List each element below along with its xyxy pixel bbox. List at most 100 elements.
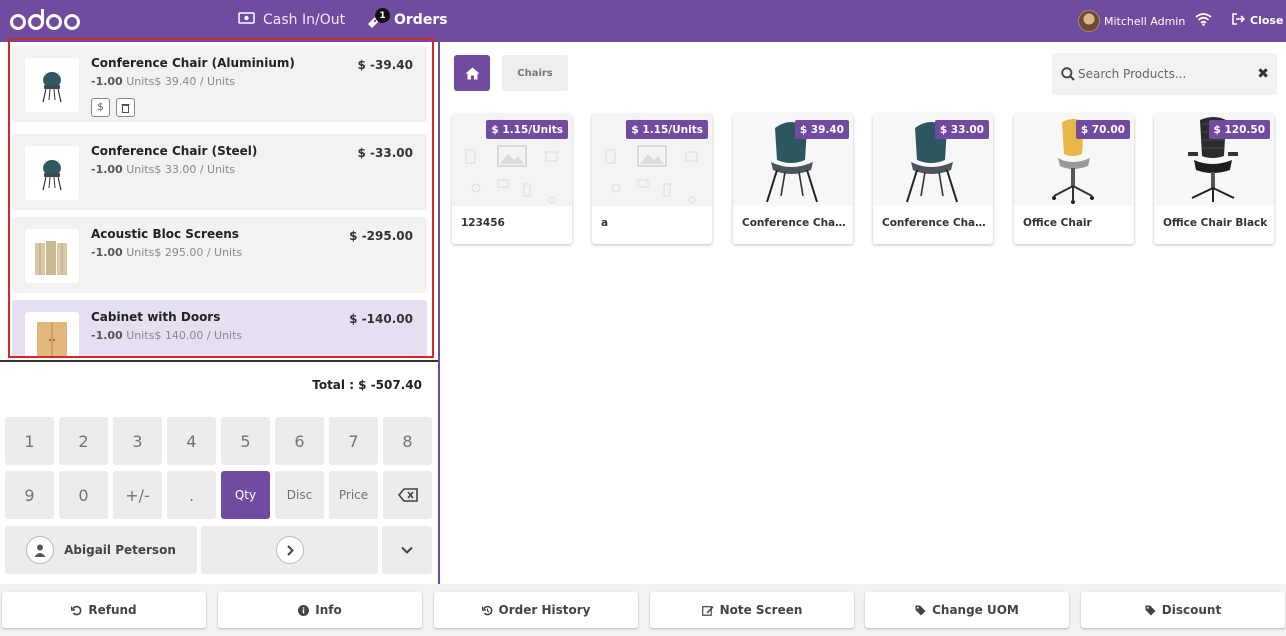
orderline-quantity-info: -1.00 Units$ 140.00 / Units	[91, 329, 242, 342]
product-thumbnail	[25, 58, 79, 112]
orderline[interactable]: Conference Chair (Steel) $ -33.00 -1.00 …	[12, 134, 427, 210]
numpad-key-9[interactable]: 9	[5, 471, 54, 519]
orderline-selected[interactable]: Cabinet with Doors $ -140.00 -1.00 Units…	[12, 300, 427, 356]
user-menu[interactable]: Mitchell Admin	[1078, 10, 1185, 32]
orderline-price: $ -140.00	[349, 312, 413, 326]
category-chairs-button[interactable]: Chairs	[502, 55, 568, 91]
orderline-unit-price: Units$ 39.40 / Units	[126, 75, 236, 88]
product-card[interactable]: $ 1.15/Units 123456	[452, 114, 572, 244]
wifi-icon[interactable]	[1195, 12, 1212, 30]
numpad-key-0[interactable]: 0	[59, 471, 108, 519]
edit-icon	[701, 605, 714, 616]
numpad-key-4[interactable]: 4	[167, 417, 216, 465]
product-search: ✖	[1052, 53, 1277, 95]
product-card[interactable]: $ 70.00 Office Chair	[1014, 114, 1134, 244]
numpad-key-5[interactable]: 5	[221, 417, 270, 465]
orderline[interactable]: Conference Chair (Aluminium) $ -39.40 -1…	[12, 46, 427, 122]
dollar-icon: $	[97, 102, 104, 113]
clear-search-icon[interactable]: ✖	[1257, 66, 1269, 82]
search-input[interactable]	[1078, 63, 1248, 85]
product-card[interactable]: $ 33.00 Conference Chair (Steel)	[873, 114, 993, 244]
numpad-mode-price[interactable]: Price	[329, 471, 378, 519]
numpad-key-decimal[interactable]: .	[167, 471, 216, 519]
numpad-key-8[interactable]: 8	[383, 417, 432, 465]
payment-button[interactable]	[201, 526, 378, 574]
orderline-qty: -1.00	[91, 163, 123, 176]
orders-button[interactable]: 1 Orders	[366, 8, 448, 28]
numpad-key-3[interactable]: 3	[113, 417, 162, 465]
numpad-key-6[interactable]: 6	[275, 417, 324, 465]
price-override-button[interactable]: $	[91, 98, 110, 117]
user-name: Mitchell Admin	[1104, 14, 1186, 28]
home-category-button[interactable]	[454, 55, 490, 91]
pos-header: Cash In/Out 1 Orders Mitchell Admin Clos…	[0, 0, 1286, 42]
home-icon	[465, 67, 479, 79]
orderline-qty: -1.00	[91, 246, 123, 259]
tag-icon	[1145, 605, 1156, 615]
orderline-product-name: Conference Chair (Steel)	[91, 144, 258, 158]
cash-in-out-label: Cash In/Out	[263, 12, 346, 28]
orderline-product-name: Cabinet with Doors	[91, 310, 221, 324]
order-history-label: Order History	[498, 603, 591, 617]
control-buttons-bar: Refund Info Order History Note Screen Ch…	[0, 584, 1286, 636]
orders-label: Orders	[394, 12, 448, 28]
orderline-product-name: Conference Chair (Aluminium)	[91, 56, 295, 70]
avatar	[1078, 10, 1100, 32]
change-uom-label: Change UOM	[932, 603, 1019, 617]
info-button[interactable]: Info	[218, 592, 422, 628]
trash-icon	[121, 103, 130, 113]
ticket-icon: 1	[366, 8, 390, 28]
user-icon	[26, 536, 55, 564]
delete-line-button[interactable]	[116, 98, 135, 117]
product-card[interactable]: $ 1.15/Units a	[592, 114, 712, 244]
close-button[interactable]: Close	[1232, 13, 1283, 28]
product-name: a	[601, 217, 609, 229]
refund-button[interactable]: Refund	[2, 592, 206, 628]
discount-button[interactable]: Discount	[1081, 592, 1285, 628]
note-screen-button[interactable]: Note Screen	[650, 592, 854, 628]
chevron-down-icon	[401, 546, 413, 554]
product-price-tag: $ 1.15/Units	[626, 120, 708, 139]
customer-name: Abigail Peterson	[64, 543, 176, 557]
numpad-key-1[interactable]: 1	[5, 417, 54, 465]
cash-in-out-button[interactable]: Cash In/Out	[238, 12, 345, 28]
history-icon	[481, 605, 492, 615]
product-card[interactable]: $ 120.50 Office Chair Black	[1154, 114, 1274, 244]
product-price-tag: $ 1.15/Units	[486, 120, 568, 139]
orderline-price: $ -39.40	[357, 58, 413, 72]
customer-button[interactable]: Abigail Peterson	[5, 526, 197, 574]
product-card[interactable]: $ 39.40 Conference Chair (Aluminium)	[733, 114, 853, 244]
backspace-icon	[397, 488, 418, 502]
search-icon	[1061, 67, 1075, 85]
more-actions-button[interactable]	[382, 526, 432, 574]
product-thumbnail	[25, 312, 79, 356]
refund-label: Refund	[88, 603, 137, 617]
numpad-key-2[interactable]: 2	[59, 417, 108, 465]
orderline-quantity-info: -1.00 Units$ 295.00 / Units	[91, 246, 242, 259]
product-price-tag: $ 120.50	[1208, 120, 1270, 139]
numpad-mode-qty[interactable]: Qty	[221, 471, 270, 519]
orderlines-list[interactable]: Conference Chair (Aluminium) $ -39.40 -1…	[8, 38, 434, 358]
numpad-key-plus-minus[interactable]: +/-	[113, 471, 162, 519]
sign-out-icon	[1232, 13, 1246, 28]
order-history-button[interactable]: Order History	[434, 592, 638, 628]
numpad-backspace-button[interactable]	[383, 471, 432, 519]
odoo-logo	[10, 8, 82, 36]
product-price-tag: $ 33.00	[934, 120, 989, 139]
note-screen-label: Note Screen	[719, 603, 803, 617]
info-icon	[298, 604, 310, 616]
discount-label: Discount	[1161, 603, 1222, 617]
numpad-key-7[interactable]: 7	[329, 417, 378, 465]
product-price-tag: $ 70.00	[1075, 120, 1130, 139]
orderline-price: $ -295.00	[349, 229, 413, 243]
orderline[interactable]: Acoustic Bloc Screens $ -295.00 -1.00 Un…	[12, 217, 427, 293]
orderline-quantity-info: -1.00 Units$ 33.00 / Units	[91, 163, 235, 176]
change-uom-button[interactable]: Change UOM	[865, 592, 1069, 628]
orderline-unit-price: Units$ 33.00 / Units	[126, 163, 236, 176]
numpad-mode-disc[interactable]: Disc	[275, 471, 324, 519]
money-icon	[238, 12, 255, 28]
product-thumbnail	[25, 229, 79, 283]
product-screen: Chairs ✖ $ 1.15/Units 123456	[440, 42, 1286, 584]
product-thumbnail	[25, 146, 79, 200]
product-price-tag: $ 39.40	[794, 120, 849, 139]
